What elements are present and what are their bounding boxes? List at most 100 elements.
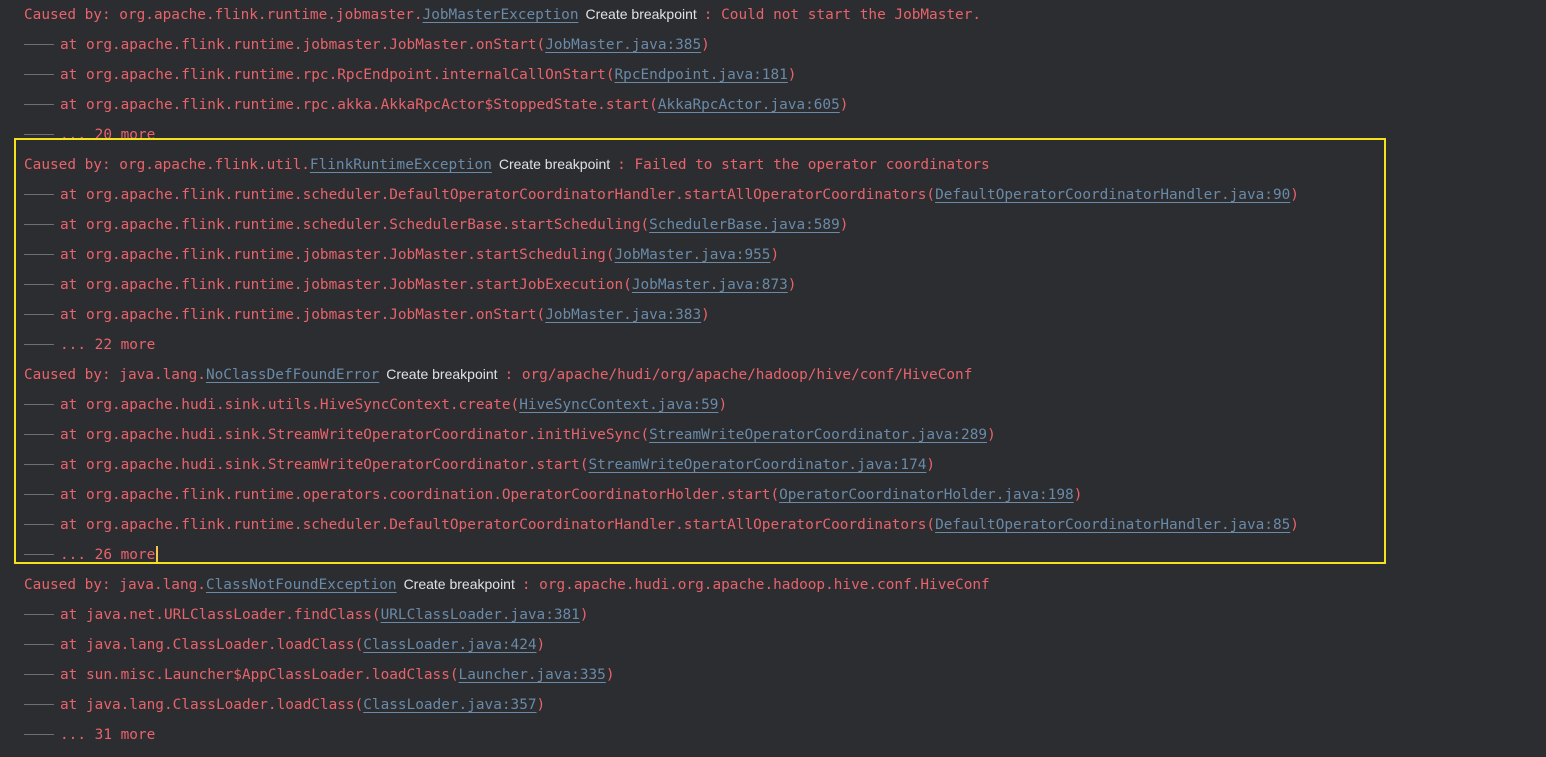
indent-guide <box>24 193 54 195</box>
exception-class-link[interactable]: NoClassDefFoundError <box>206 367 379 383</box>
frame-suffix: ) <box>987 427 996 443</box>
indent-guide <box>24 283 54 285</box>
indent-guide <box>24 463 54 465</box>
more-frames-line: ... 31 more <box>24 720 155 750</box>
stack-frame-line: at org.apache.flink.runtime.scheduler.De… <box>24 180 1299 210</box>
stack-frame-line: at org.apache.flink.runtime.jobmaster.Jo… <box>24 300 710 330</box>
caused-by-line: Caused by: org.apache.flink.runtime.jobm… <box>24 0 981 30</box>
caused-by-line: Caused by: org.apache.flink.util.FlinkRu… <box>24 150 990 180</box>
source-location-link[interactable]: RpcEndpoint.java:181 <box>615 67 788 83</box>
frame-method: at org.apache.flink.runtime.jobmaster.Jo… <box>60 37 546 53</box>
console-output[interactable]: Caused by: org.apache.flink.runtime.jobm… <box>0 0 1546 757</box>
create-breakpoint-button[interactable]: Create breakpoint <box>399 574 519 594</box>
cause-prefix: Caused by: org.apache.flink.util. <box>24 157 310 173</box>
source-location-link[interactable]: JobMaster.java:383 <box>545 307 701 323</box>
frame-suffix: ) <box>770 247 780 263</box>
frame-method: at java.net.URLClassLoader.findClass( <box>60 607 381 623</box>
indent-guide <box>24 493 54 495</box>
frame-method: at org.apache.flink.runtime.operators.co… <box>60 487 780 503</box>
stack-frame-line: at java.net.URLClassLoader.findClass(URL… <box>24 600 589 630</box>
source-location-link[interactable]: JobMaster.java:385 <box>545 37 701 53</box>
frame-method: at org.apache.flink.runtime.rpc.RpcEndpo… <box>60 67 615 83</box>
stack-frame-line: at org.apache.flink.runtime.jobmaster.Jo… <box>24 270 796 300</box>
source-location-link[interactable]: AkkaRpcActor.java:605 <box>658 97 840 113</box>
frame-method: at java.lang.ClassLoader.loadClass( <box>60 637 364 653</box>
frame-suffix: ) <box>579 607 589 623</box>
frame-method: at org.apache.flink.runtime.rpc.akka.Akk… <box>60 97 658 113</box>
exception-class-link[interactable]: FlinkRuntimeException <box>310 157 492 173</box>
frame-method: at sun.misc.Launcher$AppClassLoader.load… <box>60 667 459 683</box>
stack-frame-line: at org.apache.flink.runtime.jobmaster.Jo… <box>24 240 779 270</box>
more-frames-line: ... 20 more <box>24 120 155 150</box>
source-location-link[interactable]: JobMaster.java:955 <box>615 247 771 263</box>
indent-guide <box>24 733 54 735</box>
stack-frame-line: at org.apache.hudi.sink.utils.HiveSyncCo… <box>24 390 727 420</box>
indent-guide <box>24 313 54 315</box>
indent-guide <box>24 703 54 705</box>
source-location-link[interactable]: URLClassLoader.java:381 <box>381 607 580 623</box>
frame-suffix: ) <box>605 667 615 683</box>
cause-prefix: Caused by: java.lang. <box>24 367 206 383</box>
create-breakpoint-button[interactable]: Create breakpoint <box>581 4 701 24</box>
frame-suffix: ) <box>787 67 797 83</box>
indent-guide <box>24 133 54 135</box>
exception-class-link[interactable]: JobMasterException <box>423 7 579 23</box>
source-location-link[interactable]: Launcher.java:335 <box>459 667 606 683</box>
frame-suffix: ) <box>1073 487 1083 503</box>
source-location-link[interactable]: ClassLoader.java:357 <box>363 697 536 713</box>
exception-class-link[interactable]: ClassNotFoundException <box>206 577 397 593</box>
indent-guide <box>24 643 54 645</box>
source-location-link[interactable]: StreamWriteOperatorCoordinator.java:174 <box>589 457 927 473</box>
cause-prefix: Caused by: org.apache.flink.runtime.jobm… <box>24 7 423 23</box>
source-location-link[interactable]: SchedulerBase.java:589 <box>649 217 840 233</box>
caused-by-line: Caused by: java.lang.ClassNotFoundExcept… <box>24 570 990 600</box>
stack-frame-line: at java.lang.ClassLoader.loadClass(Class… <box>24 690 545 720</box>
source-location-link[interactable]: StreamWriteOperatorCoordinator.java:289 <box>649 427 987 443</box>
frame-method: at org.apache.flink.runtime.jobmaster.Jo… <box>60 247 615 263</box>
stack-frame-line: at org.apache.flink.runtime.scheduler.De… <box>24 510 1299 540</box>
frame-method: at org.apache.flink.runtime.scheduler.De… <box>60 187 936 203</box>
indent-guide <box>24 553 54 555</box>
stack-frame-line: at org.apache.flink.runtime.scheduler.Sc… <box>24 210 848 240</box>
indent-guide <box>24 223 54 225</box>
stack-frame-line: at org.apache.hudi.sink.StreamWriteOpera… <box>24 450 935 480</box>
source-location-link[interactable]: DefaultOperatorCoordinatorHandler.java:9… <box>935 187 1290 203</box>
frame-method: at java.lang.ClassLoader.loadClass( <box>60 697 364 713</box>
source-location-link[interactable]: ClassLoader.java:424 <box>363 637 536 653</box>
cause-prefix: Caused by: java.lang. <box>24 577 206 593</box>
frame-suffix: ) <box>839 97 849 113</box>
indent-guide <box>24 433 54 435</box>
create-breakpoint-button[interactable]: Create breakpoint <box>494 154 615 174</box>
create-breakpoint-button[interactable]: Create breakpoint <box>382 364 502 384</box>
stack-frame-line: at org.apache.flink.runtime.operators.co… <box>24 480 1082 510</box>
exception-message: : Failed to start the operator coordinat… <box>617 157 990 173</box>
frame-suffix: ) <box>701 307 710 323</box>
stack-frame-line: at java.lang.ClassLoader.loadClass(Class… <box>24 630 545 660</box>
stack-frame-line: at org.apache.flink.runtime.jobmaster.Jo… <box>24 30 710 60</box>
caused-by-line: Caused by: java.lang.NoClassDefFoundErro… <box>24 360 972 390</box>
frame-method: at org.apache.hudi.sink.StreamWriteOpera… <box>60 457 589 473</box>
indent-guide <box>24 43 54 45</box>
more-frames-line: ... 22 more <box>24 330 155 360</box>
frame-method: at org.apache.flink.runtime.scheduler.De… <box>60 517 936 533</box>
source-location-link[interactable]: OperatorCoordinatorHolder.java:198 <box>779 487 1074 503</box>
frame-method: at org.apache.hudi.sink.StreamWriteOpera… <box>60 427 650 443</box>
frame-suffix: ) <box>1290 187 1299 203</box>
source-location-link[interactable]: DefaultOperatorCoordinatorHandler.java:8… <box>935 517 1290 533</box>
frame-suffix: ) <box>536 697 546 713</box>
more-frames-count: ... 31 more <box>60 727 156 743</box>
indent-guide <box>24 103 54 105</box>
source-location-link[interactable]: HiveSyncContext.java:59 <box>519 397 718 413</box>
exception-message: : org.apache.hudi.org.apache.hadoop.hive… <box>521 577 990 593</box>
text-cursor <box>156 545 159 563</box>
stack-frame-line: at org.apache.hudi.sink.StreamWriteOpera… <box>24 420 996 450</box>
stack-frame-line: at org.apache.flink.runtime.rpc.RpcEndpo… <box>24 60 796 90</box>
indent-guide <box>24 613 54 615</box>
more-frames-count: ... 20 more <box>60 127 156 143</box>
more-frames-count: ... 26 more <box>60 547 156 563</box>
frame-method: at org.apache.hudi.sink.utils.HiveSyncCo… <box>60 397 520 413</box>
indent-guide <box>24 523 54 525</box>
source-location-link[interactable]: JobMaster.java:873 <box>632 277 788 293</box>
frame-suffix: ) <box>926 457 936 473</box>
frame-suffix: ) <box>839 217 849 233</box>
